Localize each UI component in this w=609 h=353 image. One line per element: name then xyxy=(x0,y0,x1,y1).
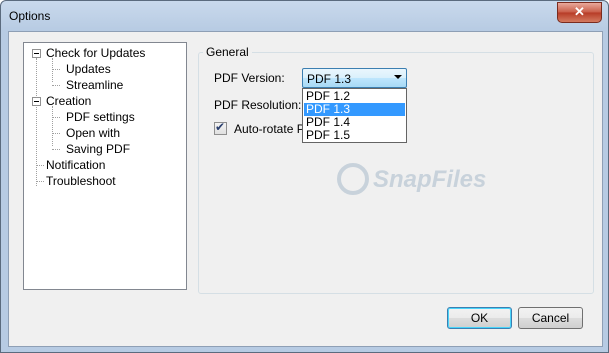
tree-item-troubleshoot[interactable]: Troubleshoot xyxy=(46,173,116,189)
general-group-title: General xyxy=(203,45,252,59)
tree-item-check-for-updates[interactable]: Check for Updates xyxy=(46,45,145,61)
tree-line xyxy=(52,69,60,70)
tree-line xyxy=(52,117,60,118)
snapfiles-logo-icon xyxy=(337,163,369,195)
collapse-icon[interactable] xyxy=(32,97,41,106)
pdf-resolution-label: PDF Resolution: xyxy=(214,98,302,112)
tree-line xyxy=(52,149,60,150)
tree-item-streamline[interactable]: Streamline xyxy=(66,77,123,93)
tree-item-open-with[interactable]: Open with xyxy=(66,125,120,141)
window-title: Options xyxy=(9,9,51,23)
tree-line xyxy=(36,58,37,186)
close-button[interactable]: ✕ xyxy=(557,2,602,23)
watermark-text: SnapFiles xyxy=(373,166,486,193)
close-icon: ✕ xyxy=(574,4,585,19)
tree-line xyxy=(52,58,53,82)
tree-item-creation[interactable]: Creation xyxy=(46,93,91,109)
pdf-version-value: PDF 1.3 xyxy=(307,72,352,86)
auto-rotate-label: Auto-rotate Pa xyxy=(234,122,312,136)
snapfiles-watermark: SnapFiles xyxy=(337,163,486,195)
tree-line xyxy=(36,165,44,166)
options-tree[interactable]: Check for Updates Updates Streamline Cre… xyxy=(23,42,187,290)
cancel-button[interactable]: Cancel xyxy=(518,307,583,329)
auto-rotate-checkbox[interactable]: ✔ xyxy=(214,120,227,135)
tree-item-saving-pdf[interactable]: Saving PDF xyxy=(66,141,130,157)
title-bar[interactable]: Options ✕ xyxy=(1,1,608,31)
collapse-icon[interactable] xyxy=(32,49,41,58)
chevron-down-icon[interactable] xyxy=(394,75,402,79)
pdf-version-select[interactable]: PDF 1.3 xyxy=(302,68,407,88)
tree-item-notification[interactable]: Notification xyxy=(46,157,105,173)
pdf-version-dropdown-list[interactable]: PDF 1.2 PDF 1.3 PDF 1.4 PDF 1.5 xyxy=(302,88,407,143)
tree-line xyxy=(52,133,60,134)
tree-line xyxy=(52,85,60,86)
pdf-version-label: PDF Version: xyxy=(214,71,285,85)
checkmark-icon: ✔ xyxy=(215,120,226,134)
tree-item-updates[interactable]: Updates xyxy=(66,61,111,77)
tree-line xyxy=(52,106,53,146)
tree-item-pdf-settings[interactable]: PDF settings xyxy=(66,109,135,125)
option-pdf-1-5[interactable]: PDF 1.5 xyxy=(304,129,405,142)
tree-line xyxy=(36,181,44,182)
ok-button[interactable]: OK xyxy=(447,307,512,329)
